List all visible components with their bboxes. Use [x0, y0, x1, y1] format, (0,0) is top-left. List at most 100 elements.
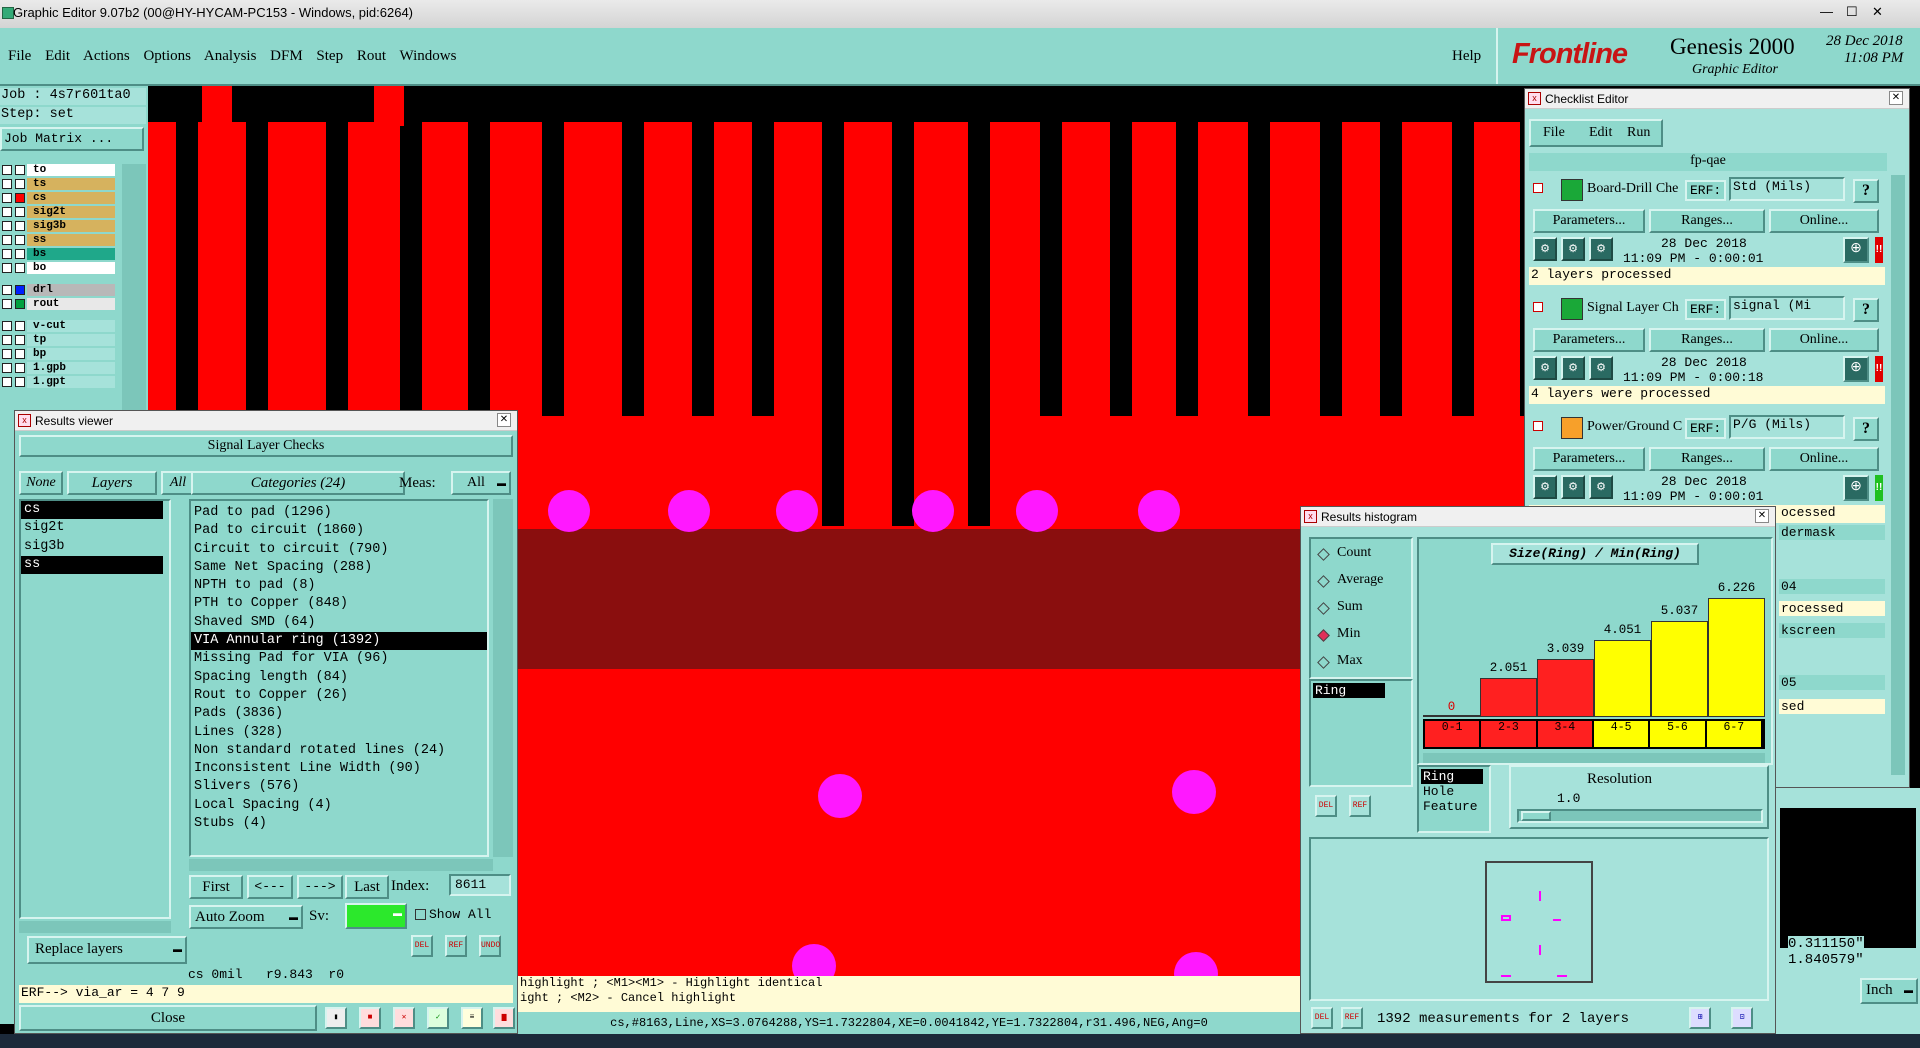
parameters-button[interactable]: Parameters... — [1533, 209, 1645, 233]
ranges-button[interactable]: Ranges... — [1649, 447, 1765, 471]
help-button[interactable]: ? — [1853, 179, 1879, 203]
measure-list-ring[interactable]: Ring — [1313, 683, 1385, 698]
category-item[interactable]: NPTH to pad (8) — [191, 577, 487, 595]
zoom-icon[interactable]: ⊕ — [1843, 237, 1869, 263]
category-item[interactable]: Same Net Spacing (288) — [191, 559, 487, 577]
layer-row-bo[interactable]: bo — [0, 262, 118, 275]
layer-checkbox[interactable] — [2, 321, 12, 331]
layer-checkbox[interactable] — [2, 179, 12, 189]
layer-checkbox[interactable] — [2, 263, 12, 273]
hist-bottom-ref-button[interactable]: REF — [1341, 1007, 1363, 1029]
layer-row-bs[interactable]: bs — [0, 248, 118, 261]
menu-dfm[interactable]: DFM — [270, 48, 303, 64]
via-pad[interactable] — [1138, 490, 1180, 532]
layer-color-swatch[interactable] — [15, 321, 25, 331]
help-button[interactable]: ? — [1853, 417, 1879, 441]
ref-button[interactable]: REF — [445, 935, 467, 957]
category-item[interactable]: Local Spacing (4) — [191, 797, 487, 815]
chart-hscroll[interactable] — [1423, 753, 1765, 763]
layer-row-drl[interactable]: drl — [0, 284, 118, 297]
layer-checkbox[interactable] — [2, 193, 12, 203]
histogram-bar[interactable] — [1537, 659, 1594, 717]
histogram-bar[interactable] — [1651, 621, 1708, 717]
category-item[interactable]: VIA Annular ring (1392) — [191, 632, 487, 651]
layer-row-sig3b[interactable]: sig3b — [0, 220, 118, 233]
layer-row-to[interactable]: to — [0, 164, 118, 177]
layer-checkbox[interactable] — [2, 363, 12, 373]
none-button[interactable]: None — [19, 471, 63, 495]
layer-list-hscroll[interactable] — [19, 921, 171, 933]
close-window-button[interactable]: ✕ — [1872, 4, 1883, 20]
checklist-menu-edit[interactable]: Edit — [1589, 125, 1612, 141]
report-icon[interactable]: ≡ — [461, 1007, 483, 1029]
hist-bottom-del-button[interactable]: DEL — [1311, 1007, 1333, 1029]
filter-list[interactable]: Ring Hole Feature — [1417, 765, 1491, 833]
layer-row-1-gpb[interactable]: 1.gpb — [0, 362, 118, 375]
layer-checkbox[interactable] — [2, 207, 12, 217]
layer-row-bp[interactable]: bp — [0, 348, 118, 361]
close-icon[interactable]: ✕ — [1755, 509, 1769, 523]
layer-checkbox[interactable] — [2, 165, 12, 175]
pan-icon[interactable]: ⊡ — [1731, 1007, 1753, 1029]
layer-row-rout[interactable]: rout — [0, 298, 118, 311]
menu-windows[interactable]: Windows — [400, 48, 457, 64]
meas-select[interactable]: All ▬ — [451, 471, 511, 495]
category-item[interactable]: Spacing length (84) — [191, 669, 487, 687]
last-button[interactable]: Last — [345, 875, 389, 899]
unit-select[interactable]: Inch ▬ — [1860, 978, 1918, 1004]
all-layers-button[interactable]: All — [161, 471, 195, 495]
layer-checkbox[interactable] — [2, 299, 12, 309]
show-icon[interactable]: ⚙ — [1589, 356, 1613, 380]
layer-color-swatch[interactable] — [15, 335, 25, 345]
help-button[interactable]: ? — [1853, 298, 1879, 322]
via-pad[interactable] — [818, 774, 862, 818]
category-vscroll[interactable] — [493, 499, 513, 857]
layer-color-swatch[interactable] — [15, 363, 25, 373]
category-item[interactable]: Rout to Copper (26) — [191, 687, 487, 705]
histogram-icon[interactable]: ▆ — [493, 1007, 515, 1029]
show-icon[interactable]: ⚙ — [1589, 475, 1613, 499]
check-icon[interactable]: ✓ — [427, 1007, 449, 1029]
histogram-bar[interactable] — [1708, 598, 1765, 717]
menu-help[interactable]: Help — [1452, 48, 1481, 65]
menu-file[interactable]: File — [8, 48, 31, 64]
layer-checkbox[interactable] — [2, 285, 12, 295]
layer-color-swatch[interactable] — [15, 179, 25, 189]
menu-actions[interactable]: Actions — [83, 48, 130, 64]
via-pad[interactable] — [1016, 490, 1058, 532]
category-item[interactable]: Circuit to circuit (790) — [191, 541, 487, 559]
minimize-button[interactable]: — — [1820, 4, 1833, 19]
layer-checkbox[interactable] — [2, 377, 12, 387]
menu-rout[interactable]: Rout — [357, 48, 386, 64]
online-button[interactable]: Online... — [1769, 328, 1879, 352]
layer-checkbox[interactable] — [2, 249, 12, 259]
layer-row-tp[interactable]: tp — [0, 334, 118, 347]
via-pad[interactable] — [912, 490, 954, 532]
via-pad[interactable] — [668, 490, 710, 532]
category-item[interactable]: Inconsistent Line Width (90) — [191, 760, 487, 778]
filter-feature[interactable]: Feature — [1421, 799, 1487, 814]
action-checkbox[interactable] — [1533, 183, 1543, 193]
parameters-button[interactable]: Parameters... — [1533, 328, 1645, 352]
via-pad[interactable] — [1172, 770, 1216, 814]
radio-sum[interactable] — [1317, 602, 1330, 615]
radio-min[interactable] — [1317, 629, 1330, 642]
layer-row-v-cut[interactable]: v-cut — [0, 320, 118, 333]
menu-step[interactable]: Step — [316, 48, 343, 64]
layer-checkbox[interactable] — [2, 335, 12, 345]
zoom-icon[interactable]: ⊕ — [1843, 356, 1869, 382]
results-icon[interactable]: ⚙ — [1561, 356, 1585, 380]
sv-color-select[interactable]: ▬ — [345, 903, 407, 929]
online-button[interactable]: Online... — [1769, 209, 1879, 233]
layer-row-1-gpt[interactable]: 1.gpt — [0, 376, 118, 389]
layer-color-swatch[interactable] — [15, 165, 25, 175]
category-item[interactable]: Non standard rotated lines (24) — [191, 742, 487, 760]
results-icon[interactable]: ⚙ — [1561, 237, 1585, 261]
result-layer-sig2t[interactable]: sig2t — [21, 519, 169, 537]
checklist-menu-file[interactable]: File — [1543, 125, 1565, 141]
action-checkbox[interactable] — [1533, 302, 1543, 312]
action-title[interactable]: Signal Layer Ch — [1587, 300, 1683, 316]
del-button[interactable]: DEL — [411, 935, 433, 957]
action-title[interactable]: Board-Drill Che — [1587, 181, 1683, 197]
filter-hole[interactable]: Hole — [1421, 784, 1487, 799]
